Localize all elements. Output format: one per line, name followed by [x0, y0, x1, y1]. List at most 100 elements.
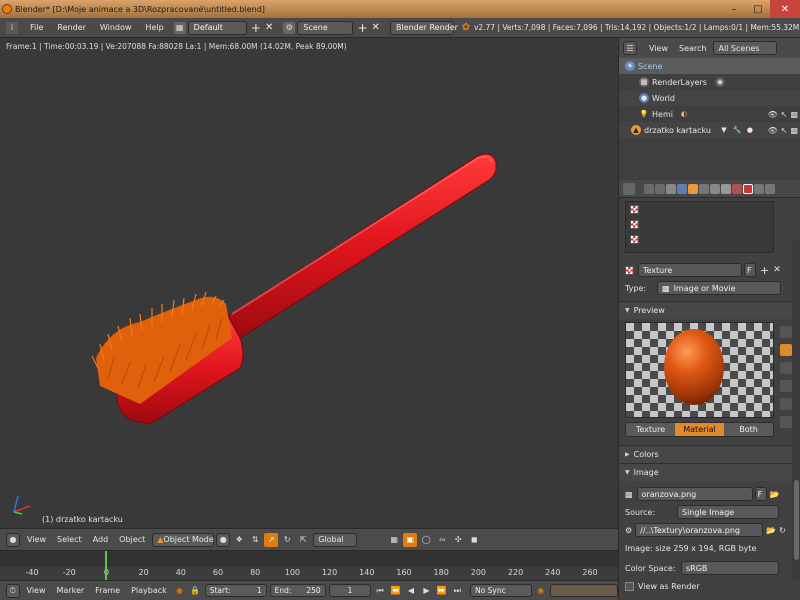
constraints-tab-icon[interactable]	[699, 183, 709, 194]
maximize-icon[interactable]: □	[746, 0, 770, 18]
screen-layout-icon[interactable]: ▦	[173, 21, 186, 34]
scene-field[interactable]: Scene	[297, 20, 354, 35]
outliner-item-scene[interactable]: ☀ Scene	[619, 58, 800, 74]
outliner-item-hemi[interactable]: 💡 Hemi ◐ 👁 ↖ ▩	[619, 106, 800, 122]
colors-panel-header[interactable]: ▶ Colors	[619, 445, 800, 463]
image-source-dropdown[interactable]: Single Image	[677, 505, 779, 519]
outliner-menu-view[interactable]: View	[645, 41, 672, 55]
snap-icon[interactable]: ∾	[435, 533, 449, 547]
render-layer-icon[interactable]: ▣	[403, 532, 418, 547]
3d-viewport[interactable]: Frame:1 | Time:00:03.19 | Ve:207088 Fa:8…	[0, 38, 618, 528]
pivot-icon[interactable]: ❖	[232, 533, 246, 547]
particles-tab-icon[interactable]	[754, 183, 764, 194]
screen-layout-field[interactable]: Default	[187, 20, 247, 35]
unlink-texture-icon[interactable]: ✕	[773, 265, 781, 275]
render-engine-dropdown[interactable]: Blender Render	[389, 20, 458, 35]
timeline-menu-playback[interactable]: Playback	[127, 584, 171, 598]
frame-cursor[interactable]	[105, 551, 108, 580]
texture-tab-icon[interactable]	[743, 183, 753, 194]
scene-tab-icon[interactable]	[666, 183, 676, 194]
scene-icon[interactable]: ⚙	[283, 21, 296, 34]
preview-tab-both[interactable]: Both	[724, 423, 773, 436]
menu-help[interactable]: Help	[145, 23, 163, 32]
play-icon[interactable]: ▶	[420, 584, 433, 598]
preview-flat-icon[interactable]	[780, 326, 792, 338]
new-texture-icon[interactable]: +	[760, 264, 769, 277]
render-tab-icon[interactable]	[644, 183, 654, 194]
texture-slot[interactable]	[626, 217, 773, 232]
render-camera-icon-2[interactable]: ▩	[790, 126, 798, 135]
image-fake-user-button[interactable]: F	[754, 487, 767, 501]
outliner-filter-dropdown[interactable]: All Scenes	[713, 41, 778, 55]
outliner-item-world[interactable]: ● World	[619, 90, 800, 106]
translate-manipulator-icon[interactable]: ↗	[264, 532, 279, 547]
opengl-render-icon[interactable]: ◼	[467, 533, 481, 547]
jump-start-icon[interactable]: ⏮	[373, 584, 386, 598]
image-panel-header[interactable]: ▼ Image	[619, 463, 800, 481]
timeline-menu-view[interactable]: View	[23, 584, 50, 598]
mode-dropdown[interactable]: ▲ Object Mode	[152, 532, 215, 547]
texture-type-dropdown[interactable]: ▩ Image or Movie	[657, 281, 781, 295]
transform-orientation-dropdown[interactable]: Global	[313, 532, 358, 547]
modifiers-tab-icon[interactable]	[710, 183, 720, 194]
add-scene-icon[interactable]: +	[357, 21, 367, 35]
start-frame-field[interactable]: Start: 1	[204, 584, 267, 597]
outliner[interactable]: ☀ Scene ▩ RenderLayers ◉ ● World 💡 Hemi …	[618, 58, 800, 180]
jump-end-icon[interactable]: ⏭	[451, 584, 464, 598]
object-tab-icon[interactable]	[688, 183, 698, 194]
keying-set-field[interactable]	[550, 584, 619, 597]
snap-target-icon[interactable]: ✣	[451, 533, 465, 547]
preview-monkey-icon[interactable]	[780, 380, 792, 392]
texture-slot-list[interactable]	[625, 201, 774, 253]
editor-type-outliner-icon[interactable]: ☰	[623, 41, 637, 55]
image-name-field[interactable]: oranzova.png	[636, 487, 753, 501]
material-tab-icon[interactable]	[732, 183, 742, 194]
editor-type-properties-icon[interactable]	[623, 182, 635, 195]
open-image-icon[interactable]: 📂	[770, 490, 780, 499]
preview-cube-icon[interactable]	[780, 362, 792, 374]
scale-manipulator-icon[interactable]: ⇱	[296, 533, 310, 547]
physics-tab-icon[interactable]	[765, 183, 775, 194]
toothbrush-model[interactable]	[0, 38, 618, 528]
properties-scrollbar[interactable]	[792, 240, 800, 580]
keying-icon[interactable]: ◉	[534, 584, 547, 598]
minimize-icon[interactable]: –	[722, 0, 746, 18]
visibility-eye-icon[interactable]: 👁	[768, 110, 778, 119]
viewport-shading-icon[interactable]: ●	[216, 532, 231, 547]
properties-editor[interactable]: Texture F + ✕ Type: ▩ Image or Movie ▼ P…	[618, 180, 800, 600]
color-space-dropdown[interactable]: sRGB	[681, 561, 779, 575]
menu-select[interactable]: Select	[53, 533, 86, 547]
render-camera-icon[interactable]: ▩	[790, 110, 798, 119]
texture-slot[interactable]	[626, 232, 773, 247]
outliner-item-drzatko[interactable]: ▲ drzatko kartacku ▼ 🔧 ● 👁 ↖ ▩	[619, 122, 800, 138]
preview-hair-icon[interactable]	[780, 398, 792, 410]
select-arrow-icon-2[interactable]: ↖	[781, 126, 788, 135]
visibility-eye-icon-2[interactable]: 👁	[768, 126, 778, 135]
pack-icon[interactable]: ⚙	[625, 526, 632, 535]
data-tab-icon[interactable]	[721, 183, 731, 194]
timeline-editor[interactable]: -40-200204060801001201401601802002202402…	[0, 550, 618, 580]
outliner-item-renderlayers[interactable]: ▩ RenderLayers ◉	[619, 74, 800, 90]
prev-keyframe-icon[interactable]: ⏪	[389, 584, 402, 598]
play-reverse-icon[interactable]: ◀	[404, 584, 417, 598]
select-arrow-icon[interactable]: ↖	[781, 110, 788, 119]
rotate-manipulator-icon[interactable]: ↻	[280, 533, 294, 547]
fake-user-button[interactable]: F	[744, 263, 756, 277]
lock-icon[interactable]: 🔒	[188, 584, 201, 598]
browse-folder-icon[interactable]: 📂	[766, 526, 776, 535]
editor-type-button[interactable]: i	[6, 21, 18, 34]
manipulator-toggle-icon[interactable]: ⇅	[248, 533, 262, 547]
sync-dropdown[interactable]: No Sync	[470, 584, 532, 597]
view-as-render-checkbox[interactable]	[625, 581, 634, 591]
menu-file[interactable]: File	[30, 23, 43, 32]
remove-scene-icon[interactable]: ✕	[372, 22, 380, 33]
next-keyframe-icon[interactable]: ⏩	[435, 584, 448, 598]
close-icon[interactable]: ✕	[770, 0, 800, 18]
end-frame-field[interactable]: End: 250	[269, 584, 326, 597]
image-filepath-field[interactable]: //..\Textury\oranzova.png	[635, 523, 764, 537]
proportional-edit-icon[interactable]: ◯	[419, 533, 433, 547]
layers-icon[interactable]: ▦	[387, 533, 401, 547]
record-icon[interactable]: ◉	[173, 584, 186, 598]
menu-window[interactable]: Window	[100, 23, 132, 32]
editor-type-timeline-icon[interactable]: ⏱	[6, 583, 20, 598]
